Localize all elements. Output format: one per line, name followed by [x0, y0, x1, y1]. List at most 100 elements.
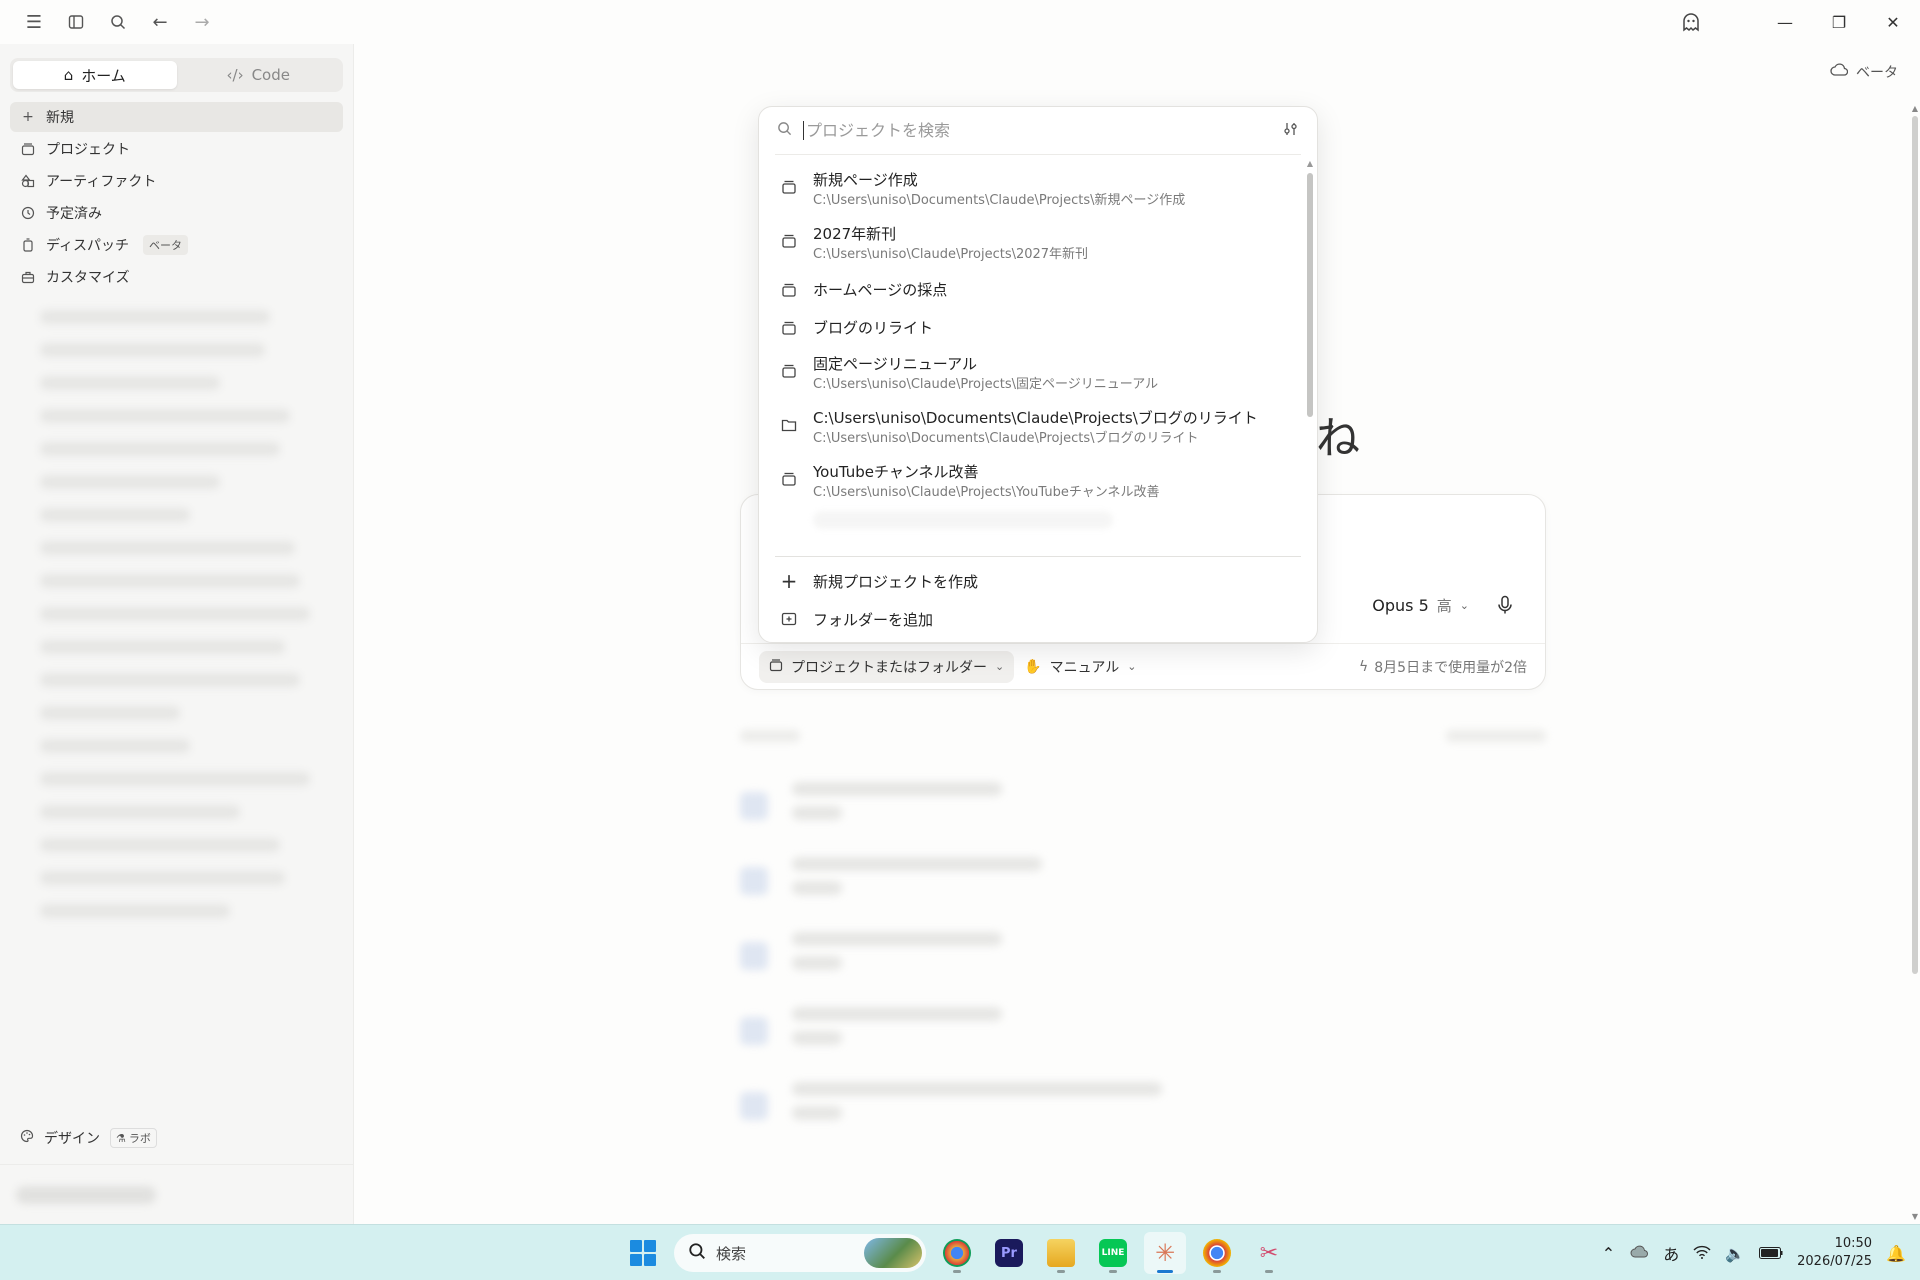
sidebar-item-artifacts[interactable]: アーティファクト: [10, 166, 343, 196]
chevron-down-icon: ⌄: [1127, 660, 1137, 673]
taskbar-app-chrome-profile[interactable]: [936, 1232, 978, 1274]
popup-scrollbar[interactable]: ▲: [1307, 159, 1313, 539]
project-icon: [779, 318, 799, 338]
notification-bell-icon[interactable]: 🔔: [1886, 1244, 1906, 1263]
line-icon: LINE: [1099, 1239, 1127, 1267]
tab-code[interactable]: ‹/› Code: [177, 61, 341, 89]
sidebar-toggle-icon[interactable]: [62, 8, 90, 36]
volume-icon[interactable]: 🔈: [1725, 1244, 1745, 1263]
project-icon: [779, 469, 799, 489]
popup-divider: [775, 556, 1301, 557]
project-folder-chip[interactable]: プロジェクトまたはフォルダー ⌄: [759, 650, 1015, 683]
home-icon: ⌂: [63, 66, 74, 84]
palette-icon: [20, 1129, 34, 1147]
add-folder-button[interactable]: フォルダーを追加: [779, 604, 933, 634]
taskbar-app-chrome[interactable]: [1196, 1232, 1238, 1274]
filter-sliders-icon[interactable]: [1283, 121, 1299, 141]
greeting-text: ね: [1316, 413, 1360, 464]
sidebar-item-customize[interactable]: カスタマイズ: [10, 262, 343, 292]
recent-chats-blurred: [0, 310, 353, 918]
close-button[interactable]: ✕: [1866, 0, 1920, 44]
model-selector[interactable]: Opus 5 高 ⌄: [1372, 595, 1469, 616]
taskbar-app-snipping-tool[interactable]: ✂: [1248, 1232, 1290, 1274]
taskbar-app-file-explorer[interactable]: [1040, 1232, 1082, 1274]
battery-icon[interactable]: [1759, 1244, 1783, 1263]
plus-icon: +: [780, 569, 798, 593]
system-tray: ⌃ あ 🔈 10:50 2026/07/25 🔔: [1602, 1225, 1906, 1280]
windows-taskbar: 検索 Pr LINE ✳ ✂ ⌃ あ 🔈 10:50 2026/07/25 🔔: [0, 1224, 1920, 1280]
permission-mode-chip[interactable]: ✋ マニュアル ⌄: [1014, 651, 1146, 683]
project-item[interactable]: ブログのリライト: [759, 309, 1317, 347]
project-search-input[interactable]: [803, 121, 1283, 140]
sidebar: ⌂ ホーム ‹/› Code + 新規 プロジェクト アーティファクト 予定済み…: [0, 44, 354, 1224]
mode-toggle: ⌂ ホーム ‹/› Code: [10, 58, 343, 92]
search-icon[interactable]: [104, 8, 132, 36]
new-project-button[interactable]: + 新規プロジェクトを作成: [779, 566, 978, 596]
microphone-icon[interactable]: [1491, 591, 1519, 619]
sidebar-nav: + 新規 プロジェクト アーティファクト 予定済み ディスパッチ ベータ カスタ…: [0, 102, 353, 292]
taskbar-app-claude[interactable]: ✳: [1144, 1232, 1186, 1274]
forward-arrow-icon[interactable]: →: [188, 8, 216, 36]
composer-footer: プロジェクトまたはフォルダー ⌄ ✋ マニュアル ⌄ ϟ 8月5日まで使用量が2…: [741, 643, 1545, 689]
taskbar-app-premiere[interactable]: Pr: [988, 1232, 1030, 1274]
artifact-icon: [20, 173, 36, 189]
main-scrollbar[interactable]: [1912, 116, 1918, 974]
chrome-icon: [1203, 1239, 1231, 1267]
claude-icon: ✳: [1154, 1239, 1176, 1267]
menu-icon[interactable]: ☰: [20, 8, 48, 36]
chevron-down-icon: ⌄: [995, 660, 1005, 673]
minimize-button[interactable]: —: [1758, 0, 1812, 44]
start-button[interactable]: [622, 1232, 664, 1274]
recents-blurred: [740, 730, 1546, 1143]
project-list: 新規ページ作成 C:\Users\uniso\Documents\Claude\…: [759, 163, 1317, 539]
project-search-row: [775, 107, 1301, 155]
restore-button[interactable]: ❐: [1812, 0, 1866, 44]
taskbar-search[interactable]: 検索: [674, 1234, 926, 1272]
plus-icon: +: [22, 109, 34, 125]
sidebar-item-projects[interactable]: プロジェクト: [10, 134, 343, 164]
lab-badge: ⚗ ラボ: [110, 1128, 157, 1148]
cloud-icon[interactable]: [1629, 1244, 1649, 1263]
ghost-icon[interactable]: [1664, 0, 1718, 44]
wifi-icon[interactable]: [1693, 1244, 1711, 1263]
clock[interactable]: 10:50 2026/07/25: [1797, 1235, 1872, 1271]
search-icon: [777, 121, 797, 140]
toolbox-icon: [20, 269, 36, 285]
chevron-up-icon[interactable]: ⌃: [1602, 1244, 1615, 1263]
chrome-profile-icon: [943, 1239, 971, 1267]
project-item[interactable]: YouTubeチャンネル改善 C:\Users\uniso\Claude\Pro…: [759, 455, 1317, 509]
list-overflow-fade: [813, 511, 1113, 529]
back-arrow-icon[interactable]: ←: [146, 8, 174, 36]
sidebar-bottom: デザイン ⚗ ラボ: [0, 1122, 354, 1224]
project-icon: [779, 361, 799, 381]
beta-badge: ベータ: [143, 235, 189, 255]
project-item[interactable]: 固定ページリニューアル C:\Users\uniso\Claude\Projec…: [759, 347, 1317, 401]
windows-logo-icon: [630, 1240, 656, 1266]
folder-item[interactable]: C:\Users\uniso\Documents\Claude\Projects…: [759, 401, 1317, 455]
popup-scroll-thumb[interactable]: [1307, 173, 1313, 417]
tab-home[interactable]: ⌂ ホーム: [13, 61, 177, 89]
main-scroll-down-icon[interactable]: ▼: [1912, 1212, 1918, 1221]
flask-icon: ⚗: [116, 1131, 126, 1145]
sidebar-item-dispatch[interactable]: ディスパッチ ベータ: [10, 230, 343, 260]
user-profile-blurred[interactable]: [0, 1164, 354, 1224]
beta-link[interactable]: ベータ: [1830, 62, 1898, 82]
clock-icon: [20, 205, 36, 221]
sidebar-item-design[interactable]: デザイン ⚗ ラボ: [0, 1122, 354, 1154]
scroll-up-arrow-icon[interactable]: ▲: [1307, 159, 1313, 168]
sidebar-item-new[interactable]: + 新規: [10, 102, 343, 132]
folder-icon: [779, 415, 799, 435]
project-item[interactable]: 新規ページ作成 C:\Users\uniso\Documents\Claude\…: [759, 163, 1317, 217]
taskbar-app-line[interactable]: LINE: [1092, 1232, 1134, 1274]
project-icon: [779, 177, 799, 197]
usage-notice: ϟ 8月5日まで使用量が2倍: [1359, 658, 1527, 676]
dispatch-icon: [20, 237, 36, 253]
project-item[interactable]: 2027年新刊 C:\Users\uniso\Claude\Projects\2…: [759, 217, 1317, 271]
title-bar: ☰ ← → — ❐ ✕: [0, 0, 1920, 44]
project-item[interactable]: ホームページの採点: [759, 271, 1317, 309]
main-scroll-up-icon[interactable]: ▲: [1912, 104, 1918, 113]
sidebar-item-scheduled[interactable]: 予定済み: [10, 198, 343, 228]
project-picker-popup: 新規ページ作成 C:\Users\uniso\Documents\Claude\…: [758, 106, 1318, 643]
code-icon: ‹/›: [226, 66, 244, 84]
ime-indicator[interactable]: あ: [1663, 1241, 1679, 1265]
